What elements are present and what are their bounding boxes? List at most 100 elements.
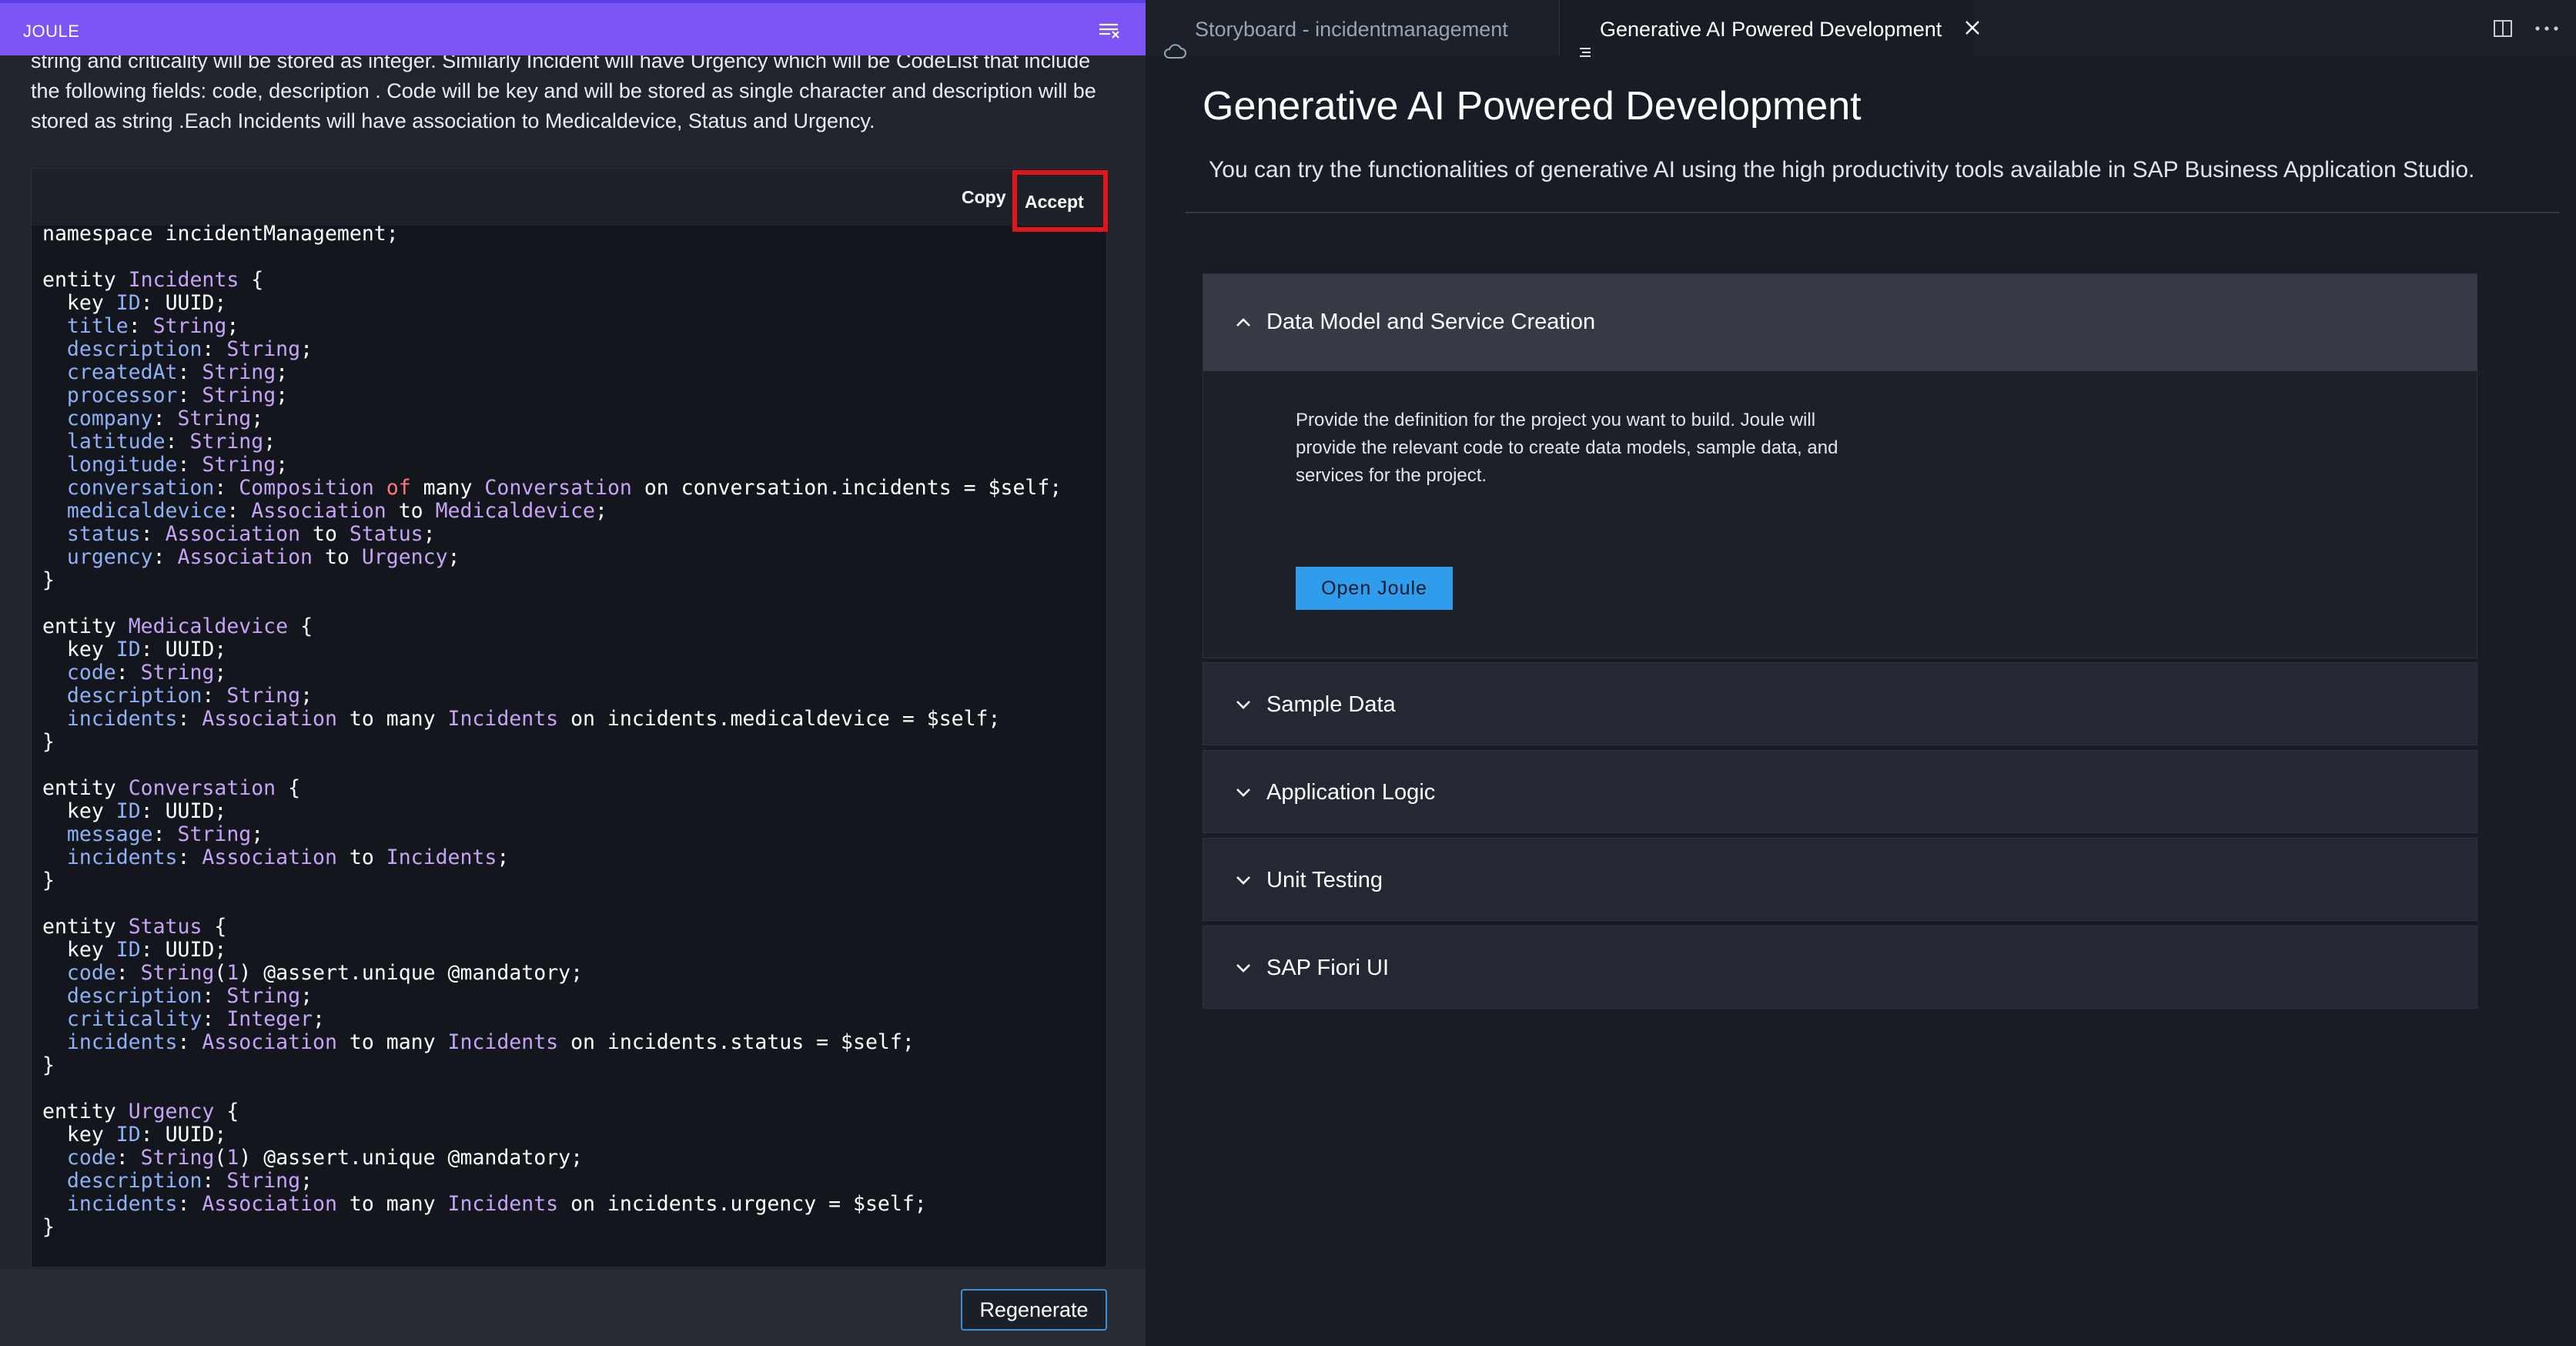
code-token: String (226, 984, 301, 1008)
section-header-sample-data[interactable]: Sample Data (1203, 663, 2477, 746)
code-token: to (386, 499, 436, 523)
code-token: : UUID; (140, 638, 227, 661)
copy-button[interactable]: Copy (962, 187, 1006, 208)
section-label: Sample Data (1266, 692, 1396, 717)
section-header-application-logic[interactable]: Application Logic (1203, 751, 2477, 834)
code-token: criticality (42, 1007, 202, 1031)
code-token: ( (214, 961, 227, 985)
section-header-unit-testing[interactable]: Unit Testing (1203, 839, 2477, 922)
code-token: of (373, 476, 411, 500)
code-token: String (202, 383, 276, 407)
section-application-logic: Application Logic (1203, 750, 2477, 833)
close-icon[interactable] (1962, 17, 1983, 39)
editor-area: Storyboard - incidentmanagement Generati… (1146, 0, 2576, 1346)
section-data-model: Data Model and Service Creation Provide … (1203, 273, 2477, 658)
code-token: ; (251, 407, 264, 430)
chevron-up-icon (1234, 313, 1253, 332)
code-token: ; (214, 661, 227, 685)
code-line: description: String; (42, 985, 1062, 1008)
editor-tab-bar: Storyboard - incidentmanagement Generati… (1146, 0, 2576, 59)
more-actions-icon[interactable] (2533, 18, 2561, 39)
code-token: ; (300, 984, 313, 1008)
code-token: String (226, 684, 301, 708)
code-token: String (226, 1169, 301, 1193)
code-token: : (177, 1030, 202, 1054)
code-token: ; (595, 499, 607, 523)
code-token: { (276, 776, 301, 800)
page-description: You can try the functionalities of gener… (1209, 157, 2475, 182)
code-token: key (42, 638, 116, 661)
code-line: key ID: UUID; (42, 800, 1062, 823)
section-header-sap-fiori-ui[interactable]: SAP Fiori UI (1203, 926, 2477, 1010)
code-token: { (239, 268, 264, 292)
code-token: Association (202, 1192, 337, 1216)
code-token: description (42, 984, 202, 1008)
code-token: Medicaldevice (435, 499, 595, 523)
code-token: Incidents (128, 268, 239, 292)
code-token: status (42, 522, 141, 546)
code-token: String (202, 453, 276, 477)
section-header-data-model[interactable]: Data Model and Service Creation (1203, 274, 2477, 371)
code-line: createdAt: String; (42, 361, 1062, 384)
split-editor-icon[interactable] (2493, 18, 2513, 39)
code-token: ID (115, 938, 141, 962)
tab-storyboard[interactable]: Storyboard - incidentmanagement (1146, 0, 1560, 59)
code-line: title: String; (42, 315, 1062, 338)
page-title: Generative AI Powered Development (1203, 84, 1862, 129)
code-response-card: Copy Accept namespace incidentManagement… (31, 168, 1108, 1267)
code-token: ; (423, 522, 436, 546)
code-line: incidents: Association to Incidents; (42, 846, 1062, 869)
chevron-down-icon (1234, 959, 1253, 977)
code-token: : (177, 707, 202, 731)
code-token: Association (202, 707, 337, 731)
code-token: many (410, 476, 485, 500)
chevron-down-icon (1234, 695, 1253, 714)
open-joule-button[interactable]: Open Joule (1296, 567, 1453, 610)
section-unit-testing: Unit Testing (1203, 838, 2477, 921)
code-token: ; (276, 383, 289, 407)
code-token: String (140, 961, 215, 985)
code-token: Incidents (386, 845, 497, 869)
code-token: } (42, 730, 55, 754)
code-token: createdAt (42, 360, 178, 384)
code-line: description: String; (42, 1170, 1062, 1193)
code-token: incidents (42, 1192, 178, 1216)
code-token: String (152, 314, 227, 338)
code-line: incidents: Association to many Incidents… (42, 1031, 1062, 1054)
code-token: ID (115, 638, 141, 661)
code-token: : (214, 476, 239, 500)
joule-panel: string and criticality will be stored as… (0, 0, 1146, 1346)
code-token: Association (251, 499, 386, 523)
code-token: ; (276, 453, 289, 477)
menu-icon[interactable] (1098, 20, 1122, 42)
code-token: : (165, 430, 190, 454)
code-token: ; (300, 337, 313, 361)
code-token: incidents (42, 845, 178, 869)
document-icon (1578, 24, 1592, 57)
code-token: Composition (239, 476, 374, 500)
code-token: Association (177, 545, 313, 569)
code-line: namespace incidentManagement; (42, 223, 1062, 246)
code-token: Medicaldevice (128, 614, 289, 638)
code-token: Association (165, 522, 301, 546)
regenerate-button[interactable]: Regenerate (961, 1289, 1107, 1331)
user-prompt-text: string and criticality will be stored as… (31, 49, 1096, 132)
tab-storyboard-label: Storyboard - incidentmanagement (1195, 18, 1508, 41)
code-token: to many (336, 1192, 448, 1216)
code-token: Incidents (447, 707, 559, 731)
code-token: ; (497, 845, 510, 869)
code-token: ; (300, 684, 313, 708)
code-token: entity (42, 915, 129, 939)
code-token: Integer (226, 1007, 313, 1031)
code-token: conversation (42, 476, 215, 500)
code-token: : (177, 845, 202, 869)
code-line: latitude: String; (42, 430, 1062, 454)
tab-generative-ai[interactable]: Generative AI Powered Development (1560, 0, 1974, 57)
code-token: incidents (42, 1030, 178, 1054)
code-token: : (202, 984, 227, 1008)
code-token: key (42, 938, 116, 962)
code-token: Status (349, 522, 423, 546)
code-token: to (313, 545, 362, 569)
code-token: : (177, 453, 202, 477)
